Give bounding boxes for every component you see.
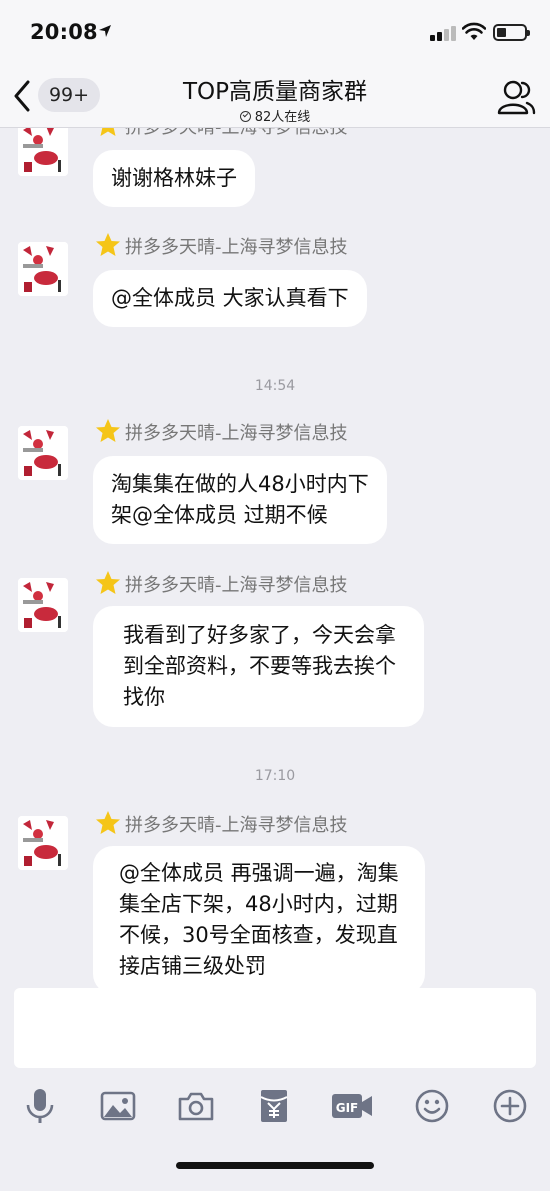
sender-name: 拼多多天晴-上海寻梦信息技 xyxy=(125,575,348,596)
message-text-line: 架@全体成员 过期不候 xyxy=(111,503,328,527)
message-bubble[interactable]: 谢谢格林妹子 xyxy=(93,150,255,207)
message-bubble[interactable]: 我看到了好多家了，今天会拿 到全部资料，不要等我去挨个 找你 xyxy=(93,606,424,727)
emoji-button[interactable] xyxy=(410,1086,454,1126)
gif-button[interactable]: GIF xyxy=(330,1086,374,1126)
status-time: 20:08 xyxy=(30,20,98,44)
admin-star-icon xyxy=(96,233,120,256)
message-text-line: @全体成员 再强调一遍，淘集 xyxy=(119,861,399,885)
home-indicator[interactable] xyxy=(176,1162,374,1169)
message-bubble[interactable]: 淘集集在做的人48小时内下 架@全体成员 过期不候 xyxy=(93,456,387,544)
admin-star-icon xyxy=(96,419,120,442)
sender-name: 拼多多天晴-上海寻梦信息技 xyxy=(125,128,348,139)
avatar[interactable] xyxy=(18,128,68,176)
online-check-icon xyxy=(239,111,251,122)
message-text: @全体成员 大家认真看下 xyxy=(111,286,349,310)
message-bubble[interactable]: @全体成员 再强调一遍，淘集 集全店下架，48小时内，过期 不候，30号全面核查… xyxy=(93,846,425,988)
more-button[interactable] xyxy=(488,1086,532,1126)
group-members-icon[interactable] xyxy=(496,78,536,116)
input-area: GIF xyxy=(0,988,550,1191)
camera-icon xyxy=(178,1092,214,1121)
sender-name: 拼多多天晴-上海寻梦信息技 xyxy=(125,423,348,444)
message-text-line: 我看到了好多家了，今天会拿 xyxy=(123,623,396,647)
admin-star-icon xyxy=(96,571,120,594)
svg-text:GIF: GIF xyxy=(336,1101,359,1115)
message-text-line: 到全部资料，不要等我去挨个 xyxy=(123,654,396,678)
cellular-signal-icon xyxy=(430,25,458,41)
emoji-icon xyxy=(415,1089,449,1123)
timestamp: 17:10 xyxy=(254,768,296,784)
sender-name: 拼多多天晴-上海寻梦信息技 xyxy=(125,237,348,258)
gif-icon: GIF xyxy=(332,1094,372,1118)
chat-screen: 20:08 99+ TOP高质量商家群 82人在线 谢谢格林妹子 拼多多天晴-上… xyxy=(0,0,550,1191)
microphone-icon xyxy=(26,1089,54,1123)
wifi-icon xyxy=(462,22,486,40)
timestamp: 14:54 xyxy=(254,378,296,394)
online-count: 82人在线 xyxy=(254,110,311,125)
plus-icon xyxy=(493,1089,527,1123)
message-list[interactable]: 拼多多天晴-上海寻梦信息技 谢谢格林妹子 拼多多天晴-上海寻梦信息技 @全体成员… xyxy=(0,128,550,988)
message-text-line: 接店铺三级处罚 xyxy=(119,954,266,978)
input-toolbar: GIF xyxy=(0,1086,550,1130)
message-input[interactable] xyxy=(14,988,536,1068)
avatar[interactable] xyxy=(18,242,68,296)
microphone-button[interactable] xyxy=(18,1086,62,1126)
admin-star-icon xyxy=(96,811,120,834)
message-text-line: 集全店下架，48小时内，过期 xyxy=(119,892,398,916)
message-text: 谢谢格林妹子 xyxy=(111,166,237,190)
status-bar: 20:08 xyxy=(0,0,550,66)
chat-title: TOP高质量商家群 xyxy=(182,79,368,105)
image-icon xyxy=(100,1091,136,1121)
red-packet-button[interactable] xyxy=(252,1086,296,1126)
message-text-line: 找你 xyxy=(123,685,165,709)
avatar[interactable] xyxy=(18,816,68,870)
sender-name: 拼多多天晴-上海寻梦信息技 xyxy=(125,815,348,836)
battery-icon xyxy=(493,24,530,41)
red-packet-icon xyxy=(260,1090,288,1122)
avatar[interactable] xyxy=(18,426,68,480)
nav-bar: 99+ TOP高质量商家群 82人在线 xyxy=(0,66,550,128)
location-arrow-icon xyxy=(99,25,111,37)
online-status: 82人在线 xyxy=(0,106,550,125)
image-button[interactable] xyxy=(96,1086,140,1126)
message-text-line: 不候，30号全面核查，发现直 xyxy=(119,923,398,947)
camera-button[interactable] xyxy=(174,1086,218,1126)
message-text-line: 淘集集在做的人48小时内下 xyxy=(111,472,369,496)
admin-star-icon xyxy=(100,128,116,136)
avatar[interactable] xyxy=(18,578,68,632)
message-bubble[interactable]: @全体成员 大家认真看下 xyxy=(93,270,367,327)
